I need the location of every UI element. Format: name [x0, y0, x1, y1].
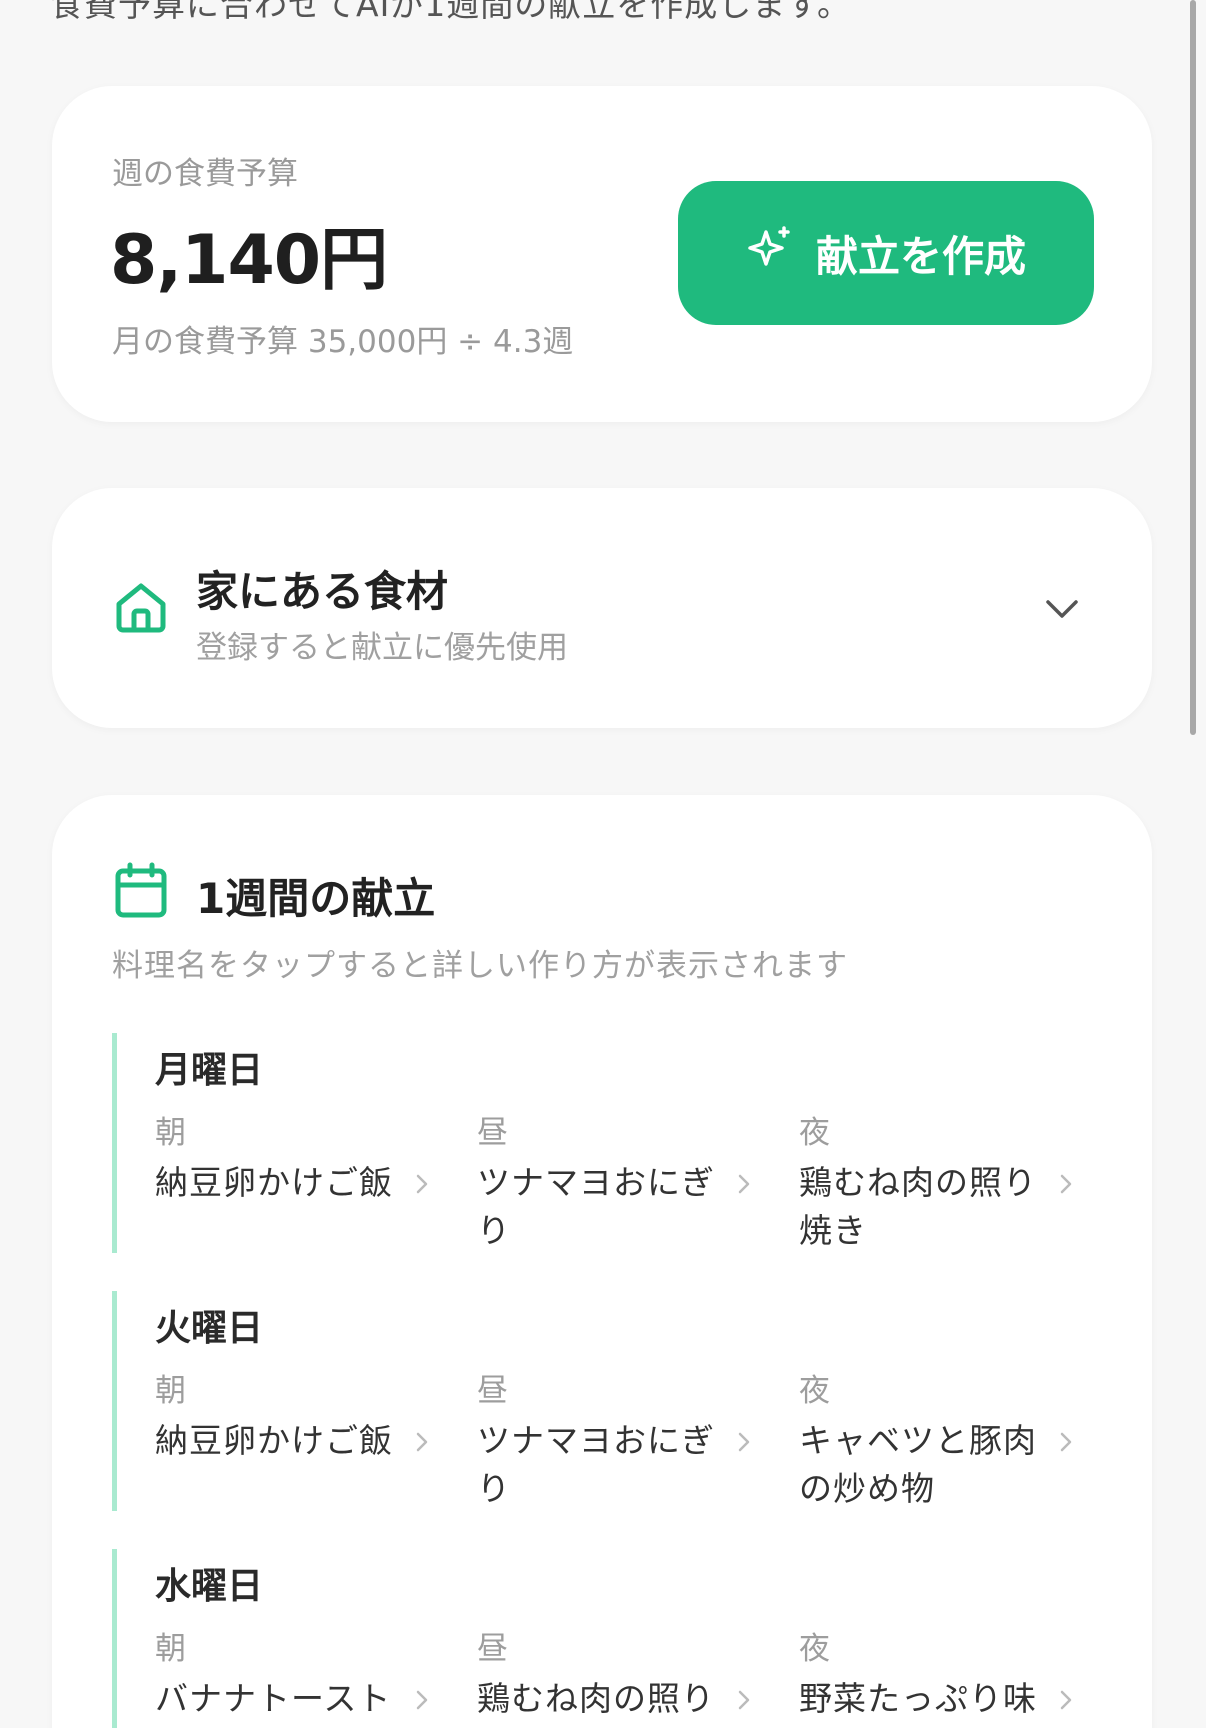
- meal-time: 夜: [799, 1373, 830, 1409]
- meal-item[interactable]: 昼 ツナマヨおにぎり: [477, 1369, 777, 1513]
- dish-name[interactable]: 納豆卵かけご飯: [155, 1417, 395, 1465]
- chevron-right-icon: [738, 1690, 750, 1710]
- chevron-right-icon: [416, 1432, 428, 1452]
- chevron-right-icon: [416, 1690, 428, 1710]
- meal-time: 夜: [799, 1631, 830, 1667]
- home-icon: [114, 580, 168, 634]
- weekly-budget-amount: 8,140円: [110, 221, 388, 300]
- dish-name[interactable]: 鶏むね肉の照り: [477, 1675, 717, 1723]
- day-section-monday: 月曜日 朝 納豆卵かけご飯 昼 ツナマヨおにぎり 夜 鶏むね肉の照り焼き: [112, 1033, 1092, 1253]
- pantry-title: 家にある食材: [196, 567, 449, 616]
- dish-name[interactable]: キャベツと豚肉の炒め物: [799, 1417, 1039, 1513]
- meal-time: 昼: [477, 1373, 508, 1409]
- budget-card: 週の食費予算 8,140円 月の食費予算 35,000円 ÷ 4.3週 献立を作…: [52, 86, 1152, 422]
- meal-time: 夜: [799, 1115, 830, 1151]
- chevron-right-icon: [416, 1174, 428, 1194]
- day-name: 水曜日: [155, 1566, 264, 1607]
- pantry-card[interactable]: 家にある食材 登録すると献立に優先使用: [52, 488, 1152, 728]
- meal-item[interactable]: 昼 鶏むね肉の照り: [477, 1627, 777, 1723]
- day-section-wednesday: 水曜日 朝 バナナトースト 昼 鶏むね肉の照り 夜 野菜たっぷり味: [112, 1549, 1092, 1728]
- meal-item[interactable]: 朝 納豆卵かけご飯: [155, 1369, 455, 1465]
- meal-item[interactable]: 夜 鶏むね肉の照り焼き: [799, 1111, 1099, 1255]
- meal-item[interactable]: 朝 バナナトースト: [155, 1627, 455, 1723]
- dish-name[interactable]: 鶏むね肉の照り焼き: [799, 1159, 1039, 1255]
- dish-name[interactable]: バナナトースト: [155, 1675, 395, 1723]
- meal-item[interactable]: 夜 野菜たっぷり味: [799, 1627, 1099, 1723]
- page: 食費予算に合わせてAIが1週間の献立を作成します。 週の食費予算 8,140円 …: [0, 0, 1206, 1728]
- weekly-menu-card: 1週間の献立 料理名をタップすると詳しい作り方が表示されます 月曜日 朝 納豆卵…: [52, 795, 1152, 1728]
- meal-time: 朝: [155, 1631, 186, 1667]
- weekly-budget-label: 週の食費予算: [112, 156, 298, 192]
- calendar-icon: [114, 861, 168, 919]
- chevron-right-icon: [1060, 1690, 1072, 1710]
- weekly-menu-subtitle: 料理名をタップすると詳しい作り方が表示されます: [112, 948, 848, 984]
- pantry-subtitle: 登録すると献立に優先使用: [196, 630, 568, 666]
- dish-name[interactable]: ツナマヨおにぎり: [477, 1159, 717, 1255]
- meal-time: 昼: [477, 1631, 508, 1667]
- meal-item[interactable]: 夜 キャベツと豚肉の炒め物: [799, 1369, 1099, 1513]
- day-name: 月曜日: [155, 1050, 264, 1091]
- chevron-right-icon: [1060, 1174, 1072, 1194]
- chevron-right-icon: [738, 1174, 750, 1194]
- create-menu-label: 献立を作成: [815, 231, 1026, 281]
- dish-name[interactable]: 納豆卵かけご飯: [155, 1159, 395, 1207]
- chevron-right-icon: [738, 1432, 750, 1452]
- dish-name[interactable]: ツナマヨおにぎり: [477, 1417, 717, 1513]
- create-menu-button[interactable]: 献立を作成: [678, 181, 1094, 325]
- budget-formula: 月の食費予算 35,000円 ÷ 4.3週: [112, 324, 574, 360]
- day-name: 火曜日: [155, 1308, 264, 1349]
- meal-time: 朝: [155, 1373, 186, 1409]
- chevron-right-icon: [1060, 1432, 1072, 1452]
- intro-text: 食費予算に合わせてAIが1週間の献立を作成します。: [50, 0, 852, 24]
- meal-item[interactable]: 朝 納豆卵かけご飯: [155, 1111, 455, 1207]
- dish-name[interactable]: 野菜たっぷり味: [799, 1675, 1039, 1723]
- weekly-menu-title: 1週間の献立: [196, 874, 436, 923]
- scrollbar[interactable]: [1190, 0, 1196, 735]
- meal-time: 昼: [477, 1115, 508, 1151]
- meal-item[interactable]: 昼 ツナマヨおにぎり: [477, 1111, 777, 1255]
- day-section-tuesday: 火曜日 朝 納豆卵かけご飯 昼 ツナマヨおにぎり 夜 キャベツと豚肉の炒め物: [112, 1291, 1092, 1511]
- chevron-down-icon[interactable]: [1042, 588, 1082, 628]
- sparkle-icon: [746, 224, 794, 282]
- meal-time: 朝: [155, 1115, 186, 1151]
